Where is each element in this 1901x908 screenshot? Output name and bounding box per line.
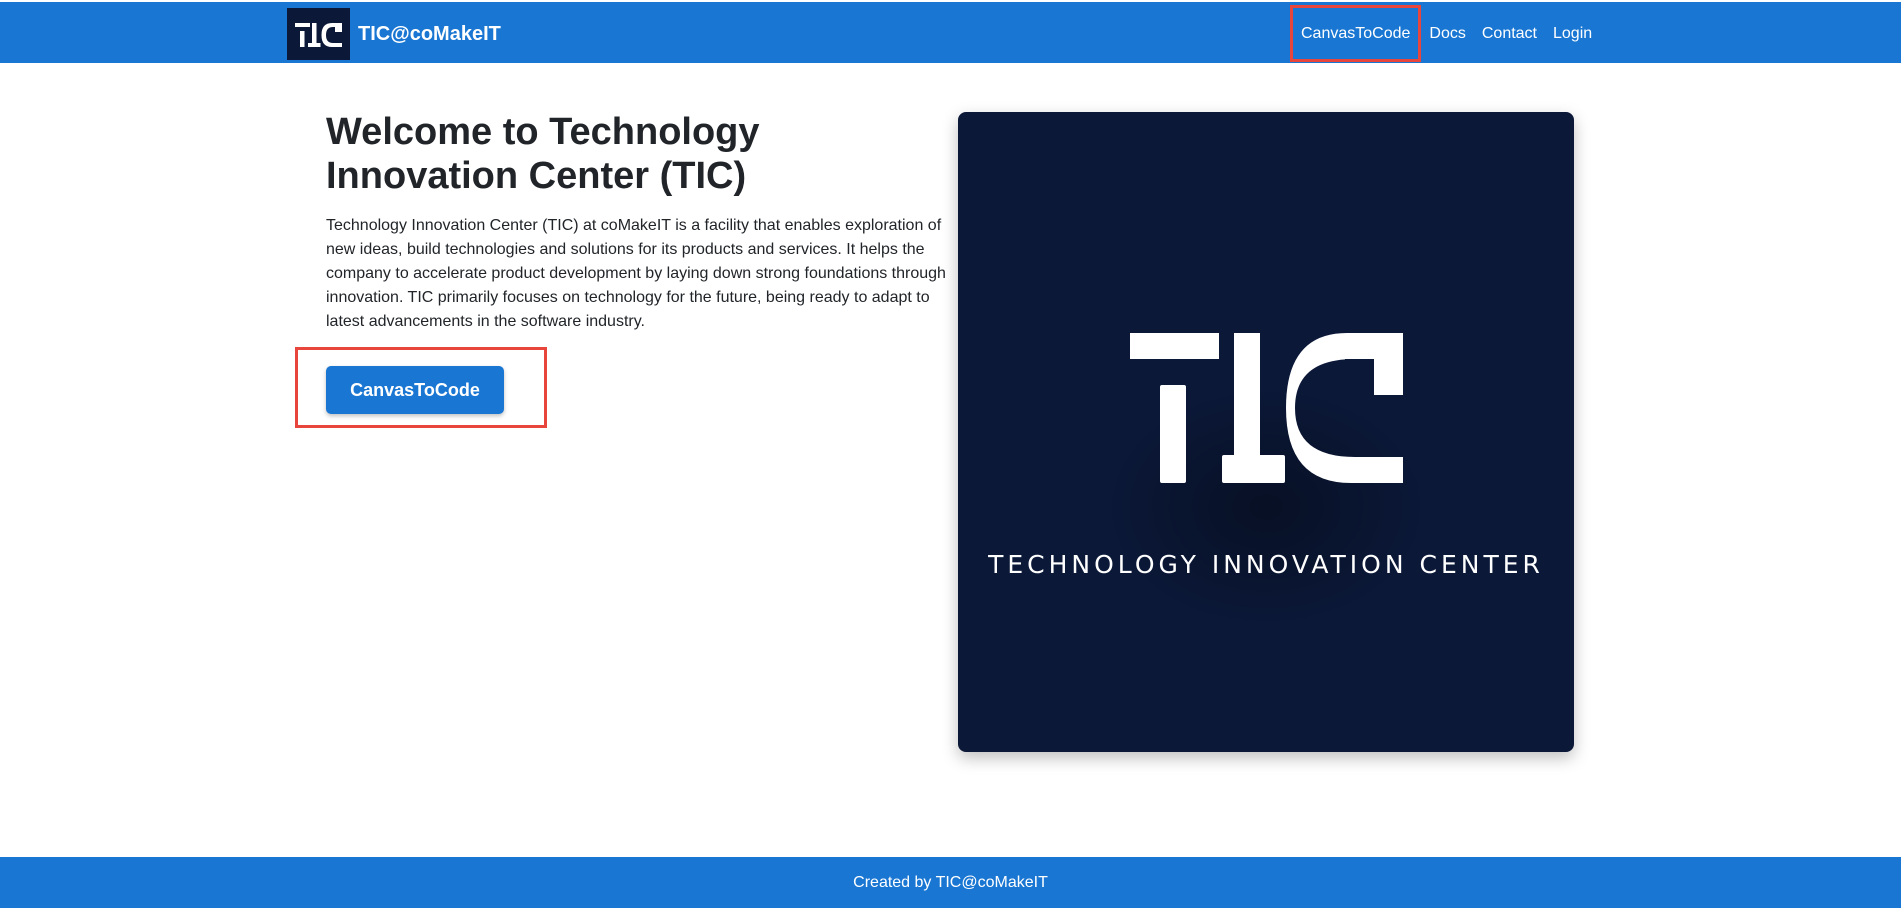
brand[interactable]: TIC@coMakeIT xyxy=(287,8,501,60)
nav-links: CanvasToCode Docs Contact Login xyxy=(1290,2,1600,65)
footer-text: Created by TIC@coMakeIT xyxy=(853,873,1048,891)
hero-image-tagline: TECHNOLOGY INNOVATION CENTER xyxy=(988,550,1544,579)
footer: Created by TIC@coMakeIT xyxy=(0,857,1901,908)
nav-link-docs[interactable]: Docs xyxy=(1421,24,1473,44)
tic-logo-icon[interactable] xyxy=(287,8,350,60)
hero-image: TECHNOLOGY INNOVATION CENTER xyxy=(958,112,1574,752)
page-title: Welcome to Technology Innovation Center … xyxy=(326,111,760,197)
nav-link-contact[interactable]: Contact xyxy=(1474,24,1545,44)
nav-link-canvastocode[interactable]: CanvasToCode xyxy=(1290,5,1422,62)
hero-description: Technology Innovation Center (TIC) at co… xyxy=(326,217,946,330)
top-navbar: TIC@coMakeIT CanvasToCode Docs Contact L… xyxy=(0,0,1901,63)
brand-name[interactable]: TIC@coMakeIT xyxy=(358,23,501,46)
tic-logo-icon xyxy=(1130,333,1403,483)
nav-link-login[interactable]: Login xyxy=(1545,24,1600,44)
canvastocode-button[interactable]: CanvasToCode xyxy=(326,366,504,414)
